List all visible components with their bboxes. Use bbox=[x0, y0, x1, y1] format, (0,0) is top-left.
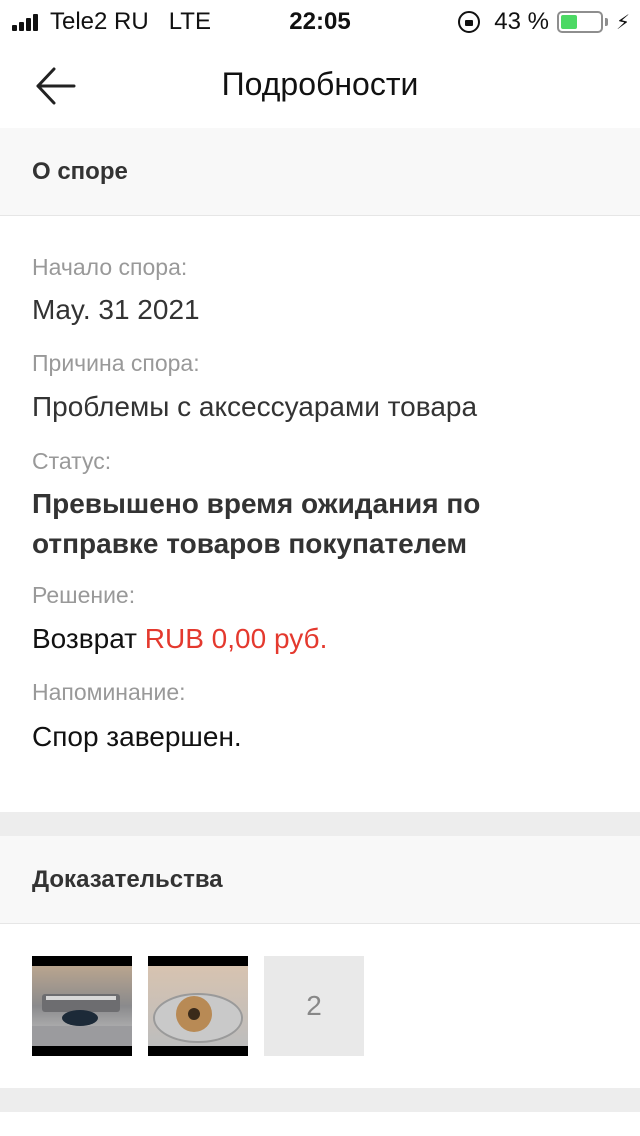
section-title: Доказательства bbox=[32, 865, 223, 893]
evidence-gallery: 2 bbox=[32, 956, 364, 1056]
gear-photo-image bbox=[32, 966, 132, 1046]
reminder-label: Напоминание: bbox=[32, 679, 186, 705]
gear-photo-image bbox=[148, 966, 248, 1046]
decision-label: Решение: bbox=[32, 582, 136, 608]
page-title: Подробности bbox=[221, 66, 419, 102]
reason-label: Причина спора: bbox=[32, 350, 200, 376]
battery-icon bbox=[556, 11, 603, 33]
evidence-thumbnail-2[interactable] bbox=[148, 956, 248, 1056]
start-date-value: May. 31 2021 bbox=[32, 294, 200, 325]
navigation-bar: Подробности bbox=[0, 44, 640, 128]
charging-bolt-icon: ⚡ bbox=[615, 11, 630, 34]
section-divider bbox=[0, 812, 640, 836]
start-date-label: Начало спора: bbox=[32, 254, 188, 280]
evidence-thumbnail-1[interactable] bbox=[32, 956, 132, 1056]
section-title: О споре bbox=[32, 157, 128, 185]
section-divider bbox=[0, 1088, 640, 1112]
reason-value: Проблемы с аксессуарами товара bbox=[32, 391, 478, 422]
decision-type: Возврат bbox=[32, 623, 137, 654]
battery-percent: 43 % bbox=[494, 8, 549, 35]
evidence-header: Доказательства bbox=[0, 836, 640, 924]
battery-fill bbox=[560, 15, 578, 29]
rotation-lock-icon bbox=[458, 11, 481, 33]
about-dispute-header: О споре bbox=[0, 128, 640, 216]
decision-value: Возврат RUB 0,00 руб. bbox=[32, 623, 608, 655]
refund-amount: RUB 0,00 руб. bbox=[144, 623, 328, 654]
battery-tip bbox=[604, 18, 608, 26]
status-right: 43 % ⚡ bbox=[458, 8, 630, 36]
reminder-value: Спор завершен. bbox=[32, 721, 242, 752]
more-evidence-button[interactable]: 2 bbox=[264, 956, 364, 1056]
status-bar: Tele2 RU LTE 22:05 43 % ⚡ bbox=[0, 0, 640, 44]
status-value: Превышено время ожидания по отправке тов… bbox=[32, 488, 481, 559]
status-label: Статус: bbox=[32, 448, 112, 474]
more-count: 2 bbox=[306, 990, 322, 1021]
